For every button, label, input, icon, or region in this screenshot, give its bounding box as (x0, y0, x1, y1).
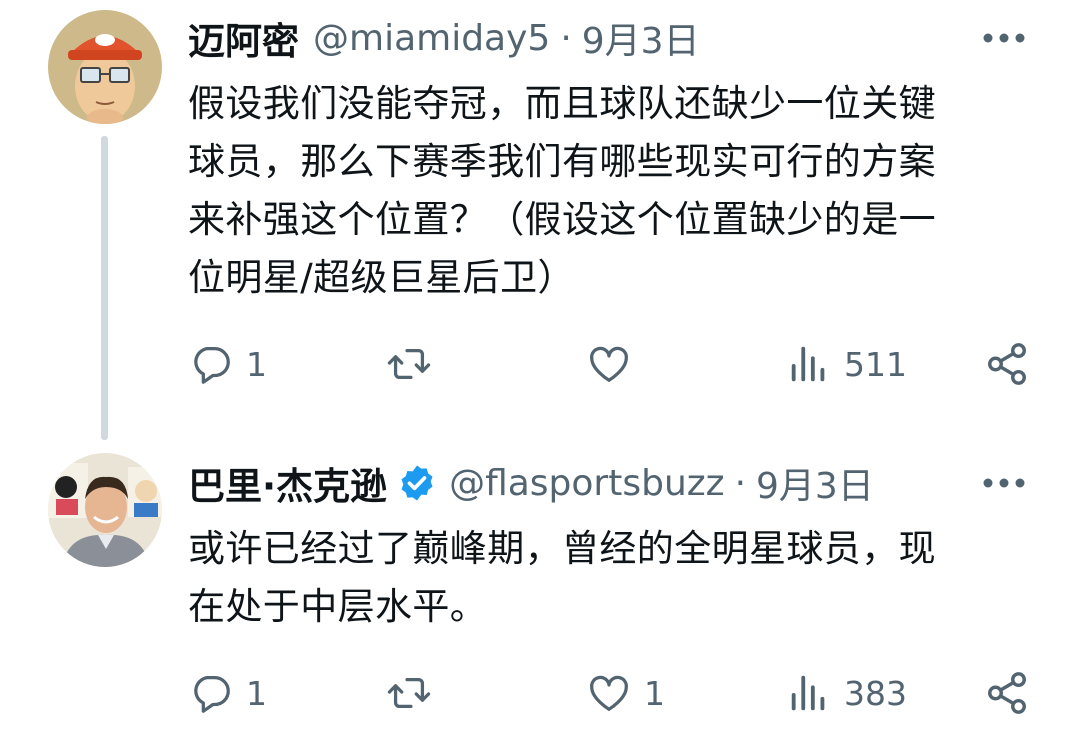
action-bar: 1 511 (188, 339, 1038, 389)
tweet-header: 巴里·杰克逊 @flasportsbuzz · 9月3日 (188, 454, 1040, 512)
tweet-date[interactable]: 9月3日 (756, 457, 874, 509)
reply-count: 1 (246, 673, 267, 713)
tweet-text-line: 来补强这个位置？（假设这个位置缺少的是一 (188, 198, 936, 241)
reply-button[interactable]: 1 (188, 339, 267, 389)
tweet-text-line: 在处于中层水平。 (188, 585, 488, 628)
more-icon[interactable] (982, 32, 1026, 44)
like-button[interactable] (586, 339, 644, 389)
user-handle[interactable]: @flasportsbuzz (449, 463, 725, 504)
separator-dot: · (734, 462, 747, 504)
tweet-header: 迈阿密 @miamiday5 · 9月3日 (188, 9, 1040, 67)
more-icon[interactable] (982, 477, 1026, 489)
like-count: 1 (644, 673, 665, 713)
cartoon-avatar[interactable] (48, 10, 162, 124)
views-icon (791, 675, 825, 711)
avatar-image (48, 10, 162, 124)
views-button[interactable]: 511 (786, 339, 907, 389)
share-icon (988, 343, 1026, 385)
repost-icon (387, 348, 431, 380)
user-handle[interactable]: @miamiday5 (313, 18, 550, 59)
display-name[interactable]: 迈阿密 (188, 11, 299, 65)
reply-button[interactable]: 1 (188, 668, 267, 718)
avatar-image (48, 453, 162, 567)
thread-line (101, 136, 108, 440)
tweet[interactable]: 迈阿密 @miamiday5 · 9月3日 假设我们没能夺冠，而且球队还缺少一位… (0, 0, 1080, 440)
tweet-text-line: 或许已经过了巅峰期，曾经的全明星球员，现 (188, 527, 936, 570)
share-icon (988, 672, 1026, 714)
tweet-text: 或许已经过了巅峰期，曾经的全明星球员，现 在处于中层水平。 (188, 520, 1048, 636)
share-button[interactable] (984, 339, 1030, 389)
share-button[interactable] (984, 668, 1030, 718)
repost-button[interactable] (386, 668, 444, 718)
separator-dot: · (560, 17, 572, 59)
tweet-text-line: 位明星/超级巨星后卫） (188, 256, 575, 299)
repost-button[interactable] (386, 339, 444, 389)
heart-icon (590, 346, 628, 382)
views-icon (791, 346, 825, 382)
tweet-date[interactable]: 9月3日 (582, 12, 700, 64)
repost-icon (387, 677, 431, 709)
profile-photo-avatar[interactable] (48, 453, 162, 567)
heart-icon (590, 675, 628, 711)
views-button[interactable]: 383 (786, 668, 907, 718)
action-bar: 1 1 383 (188, 668, 1038, 718)
views-count: 383 (844, 673, 907, 713)
views-count: 511 (844, 344, 907, 384)
tweet[interactable]: 巴里·杰克逊 @flasportsbuzz · 9月3日 或许已经过了巅峰期，曾… (0, 440, 1080, 754)
tweet-text-line: 球员，那么下赛季我们有哪些现实可行的方案 (188, 140, 936, 183)
reply-icon (194, 676, 230, 713)
like-button[interactable]: 1 (586, 668, 665, 718)
reply-icon (194, 347, 230, 384)
verified-badge-icon[interactable] (397, 463, 437, 503)
reply-count: 1 (246, 344, 267, 384)
tweet-text: 假设我们没能夺冠，而且球队还缺少一位关键 球员，那么下赛季我们有哪些现实可行的方… (188, 75, 1048, 307)
display-name[interactable]: 巴里·杰克逊 (188, 456, 387, 510)
tweet-text-line: 假设我们没能夺冠，而且球队还缺少一位关键 (188, 82, 936, 125)
